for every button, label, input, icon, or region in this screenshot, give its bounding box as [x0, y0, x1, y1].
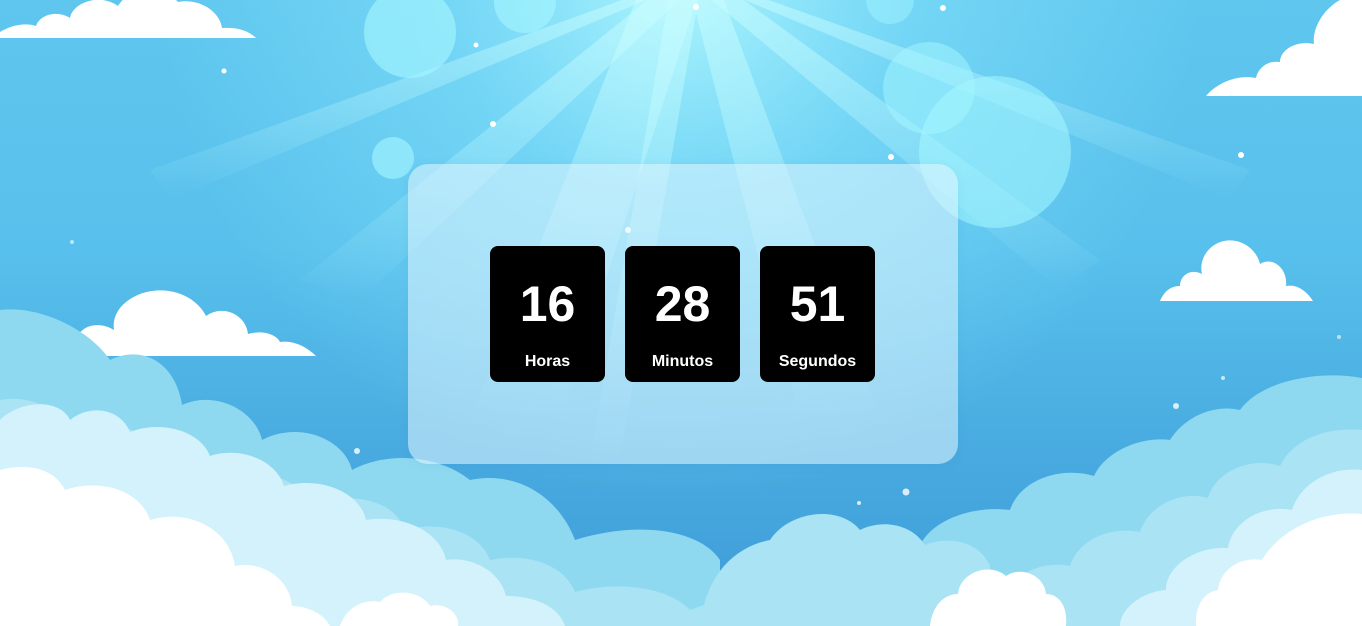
minutes-value: 28 — [654, 276, 711, 332]
hours-tile: 16 Horas — [490, 246, 605, 382]
seconds-tile: 51 Segundos — [760, 246, 875, 382]
countdown-timer: 16 Horas 28 Minutos 51 Segundos — [490, 246, 875, 382]
minutes-label: Minutos — [651, 353, 714, 370]
minutes-tile: 28 Minutos — [625, 246, 740, 382]
hours-value: 16 — [519, 276, 576, 332]
seconds-label: Segundos — [778, 353, 857, 370]
hours-label: Horas — [524, 353, 571, 370]
seconds-value: 51 — [789, 276, 846, 332]
